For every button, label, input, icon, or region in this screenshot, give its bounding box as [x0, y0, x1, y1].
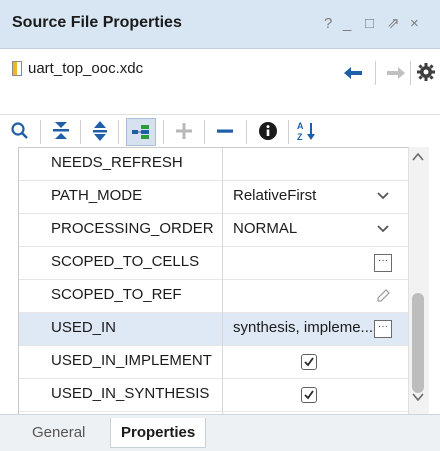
pencil-icon[interactable] — [375, 288, 391, 304]
remove-icon[interactable] — [215, 121, 235, 141]
separator — [375, 61, 376, 85]
help-icon[interactable]: ? — [324, 15, 332, 33]
scroll-up-icon[interactable] — [412, 152, 424, 162]
checkbox[interactable] — [301, 354, 317, 370]
properties-table: NEEDS_REFRESH PATH_MODE RelativeFirst PR… — [18, 147, 414, 436]
checkmark-icon — [304, 357, 314, 367]
minimize-icon[interactable]: _ — [343, 15, 351, 33]
column-divider — [222, 148, 223, 435]
gear-icon[interactable] — [416, 62, 436, 82]
info-icon[interactable] — [258, 121, 278, 141]
chevron-down-icon[interactable] — [377, 192, 389, 200]
collapse-all-icon[interactable] — [52, 120, 70, 142]
table-row[interactable]: USED_IN_SYNTHESIS — [19, 379, 413, 411]
ellipsis-icon[interactable]: ··· — [374, 320, 392, 338]
property-name: PROCESSING_ORDER — [51, 220, 214, 237]
tab-general[interactable]: General — [22, 418, 95, 448]
table-row[interactable]: NEEDS_REFRESH — [19, 148, 413, 180]
property-name: NEEDS_REFRESH — [51, 154, 183, 171]
property-value: NORMAL — [233, 220, 298, 237]
separator — [163, 120, 164, 144]
separator — [204, 120, 205, 144]
svg-text:Z: Z — [297, 132, 303, 142]
table-row[interactable]: USED_IN_IMPLEMENT — [19, 346, 413, 378]
property-name: USED_IN — [51, 319, 117, 336]
table-row[interactable]: SCOPED_TO_REF — [19, 280, 413, 312]
separator — [80, 120, 81, 144]
group-by-icon — [132, 125, 149, 139]
scroll-down-icon[interactable] — [412, 392, 424, 402]
checkbox[interactable] — [301, 387, 317, 403]
table-row[interactable]: PATH_MODE RelativeFirst — [19, 181, 413, 213]
group-by-button[interactable] — [126, 118, 156, 146]
property-name: USED_IN_IMPLEMENT — [51, 352, 212, 369]
table-row[interactable]: PROCESSING_ORDER NORMAL — [19, 214, 413, 246]
float-icon[interactable]: ⇗ — [387, 15, 400, 33]
scrollbar-thumb[interactable] — [412, 293, 424, 393]
search-icon[interactable] — [10, 121, 30, 141]
separator — [40, 120, 41, 144]
maximize-icon[interactable]: □ — [365, 15, 374, 33]
separator — [410, 61, 411, 85]
window-title: Source File Properties — [12, 14, 182, 31]
file-name: uart_top_ooc.xdc — [28, 60, 144, 77]
ellipsis-icon[interactable]: ··· — [374, 254, 392, 272]
property-name: SCOPED_TO_REF — [51, 286, 182, 303]
property-name: SCOPED_TO_CELLS — [51, 253, 200, 270]
close-icon[interactable]: × — [410, 15, 419, 33]
chevron-down-icon[interactable] — [377, 225, 389, 233]
property-name: USED_IN_SYNTHESIS — [51, 385, 210, 402]
property-value: synthesis, impleme... — [233, 319, 374, 336]
forward-arrow-icon — [387, 67, 405, 79]
checkmark-icon — [304, 390, 314, 400]
table-row[interactable]: SCOPED_TO_CELLS ··· — [19, 247, 413, 279]
property-value: RelativeFirst — [233, 187, 317, 204]
add-icon — [176, 123, 192, 139]
separator — [288, 120, 289, 144]
tab-properties[interactable]: Properties — [110, 418, 207, 448]
xdc-file-icon — [12, 61, 22, 76]
separator — [246, 120, 247, 144]
sort-az-icon[interactable]: A Z — [297, 119, 319, 143]
row-divider — [19, 411, 413, 412]
table-row-selected[interactable]: USED_IN synthesis, impleme... ··· — [19, 313, 413, 345]
separator — [118, 120, 119, 144]
property-name: PATH_MODE — [51, 187, 143, 204]
back-arrow-icon[interactable] — [344, 66, 362, 80]
expand-icon[interactable] — [92, 120, 108, 142]
svg-text:A: A — [297, 121, 304, 131]
